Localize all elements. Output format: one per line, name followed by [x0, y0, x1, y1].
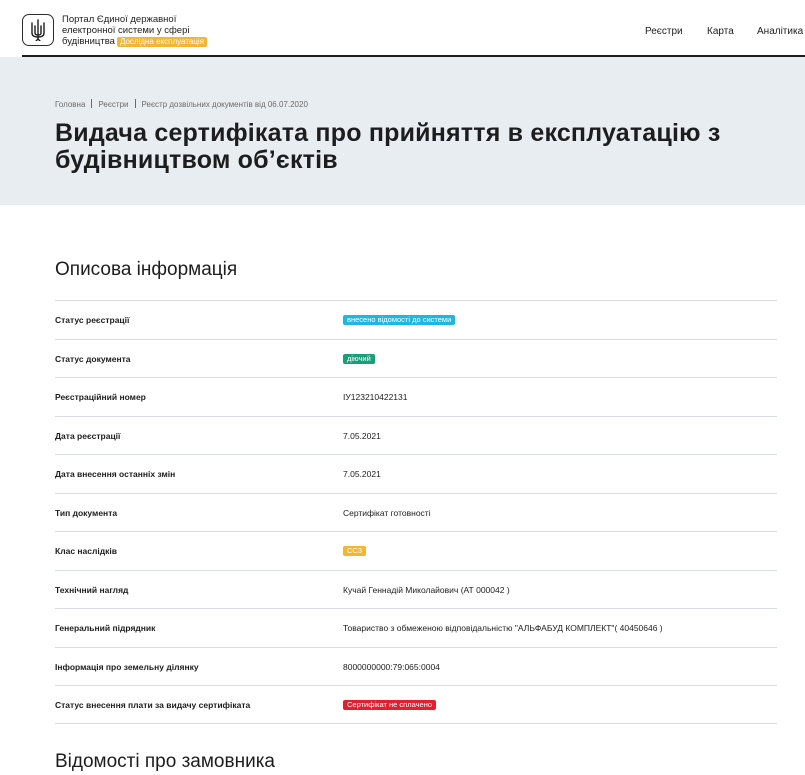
- info-label: Генеральний підрядник: [55, 623, 156, 633]
- nav-registers[interactable]: Реєстри: [645, 26, 683, 37]
- info-label: Статус документа: [55, 353, 131, 364]
- info-row: Дата реєстрації 7.05.2021: [55, 415, 777, 455]
- top-header: Портал Єдиної державної електронної сист…: [0, 0, 805, 56]
- info-row: Реєстраційний номер ІУ123210422131: [55, 377, 777, 416]
- info-label: Статус реєстрації: [55, 315, 130, 325]
- status-badge: діючий: [343, 353, 375, 364]
- page-title-line1: Видача сертифіката про прийняття в експл…: [55, 119, 721, 147]
- info-label: Реєстраційний номер: [55, 392, 146, 402]
- info-value: Сертифікат готовності: [343, 507, 431, 518]
- nav-analytics[interactable]: Аналітика: [757, 26, 803, 37]
- breadcrumb-home[interactable]: Головна: [55, 100, 85, 109]
- info-label: Технічний нагляд: [55, 584, 129, 595]
- portal-name-line1: Портал Єдиної державної: [62, 14, 177, 25]
- status-badge: внесено відомості до системи: [343, 315, 456, 325]
- info-value-cell: внесено відомості до системи: [343, 314, 456, 325]
- info-row: Дата внесення останніх змін 7.05.2021: [55, 454, 777, 493]
- breadcrumb: Головна Реєстри Реєстр дозвільних документ…: [55, 99, 308, 109]
- portal-name[interactable]: Портал Єдиної державної електронної сист…: [62, 14, 222, 47]
- info-label: Клас наслідків: [55, 546, 117, 556]
- breadcrumb-separator: [134, 99, 136, 108]
- info-value: 7.05.2021: [343, 430, 381, 441]
- info-label: Дата внесення останніх змін: [55, 469, 176, 479]
- status-badge: Сертифікат не сплачено: [343, 700, 437, 710]
- info-row: Статус документа діючий: [55, 338, 777, 378]
- breadcrumb-separator: [91, 99, 93, 108]
- info-value: 8000000000:79:065:0004: [343, 661, 440, 672]
- info-row: Статус реєстрації внесено відомості до си…: [55, 300, 777, 339]
- info-row: Статус внесення плати за видачу сертифік…: [55, 685, 777, 724]
- section-title-description: Описова інформація: [55, 259, 238, 280]
- info-label: Тип документа: [55, 507, 118, 518]
- section-title-customer: Відомості про замовника: [55, 751, 275, 772]
- info-label: Статус внесення плати за видачу сертифік…: [55, 700, 251, 710]
- info-table: Статус реєстрації внесено відомості до си…: [55, 300, 777, 724]
- hero-banner: Головна Реєстри Реєстр дозвільних документ…: [0, 57, 805, 205]
- info-value-cell: СС3: [343, 545, 367, 556]
- info-value: Товариство з обмеженою відповідальністю …: [343, 623, 663, 633]
- trident-icon: [31, 19, 45, 41]
- info-value: Кучай Геннадій Миколайович (АТ 000042 ): [343, 584, 510, 595]
- breadcrumb-current[interactable]: Реєстр дозвільних документів від 06.07.2…: [142, 100, 308, 109]
- info-label: Інформація про земельну ділянку: [55, 661, 199, 672]
- info-row: Технічний нагляд Кучай Геннадій Миколайов…: [55, 569, 777, 609]
- status-badge: СС3: [343, 546, 367, 556]
- nav-map[interactable]: Карта: [707, 26, 734, 37]
- breadcrumb-registers[interactable]: Реєстри: [98, 100, 128, 109]
- info-value-cell: Сертифікат не сплачено: [343, 699, 437, 710]
- page-title: Видача сертифіката про прийняття в експл…: [55, 120, 805, 174]
- info-row: Тип документа Сертифікат готовності: [55, 492, 777, 532]
- info-value: ІУ123210422131: [343, 392, 408, 402]
- portal-name-line2: електронної системи у сфері: [62, 25, 190, 36]
- portal-name-line3: будівництва: [62, 36, 115, 47]
- info-value-cell: діючий: [343, 353, 375, 364]
- info-value: 7.05.2021: [343, 469, 381, 479]
- info-row: Інформація про земельну ділянку 800000000…: [55, 646, 777, 686]
- info-row: Генеральний підрядник Товариство з обмеже…: [55, 608, 777, 647]
- beta-badge: Дослідна експлуатація: [116, 37, 208, 47]
- info-label: Дата реєстрації: [55, 430, 121, 441]
- info-row: Клас наслідків СС3: [55, 531, 777, 570]
- portal-logo[interactable]: [22, 14, 54, 46]
- page-title-line2: будівництвом об’єктів: [55, 146, 338, 174]
